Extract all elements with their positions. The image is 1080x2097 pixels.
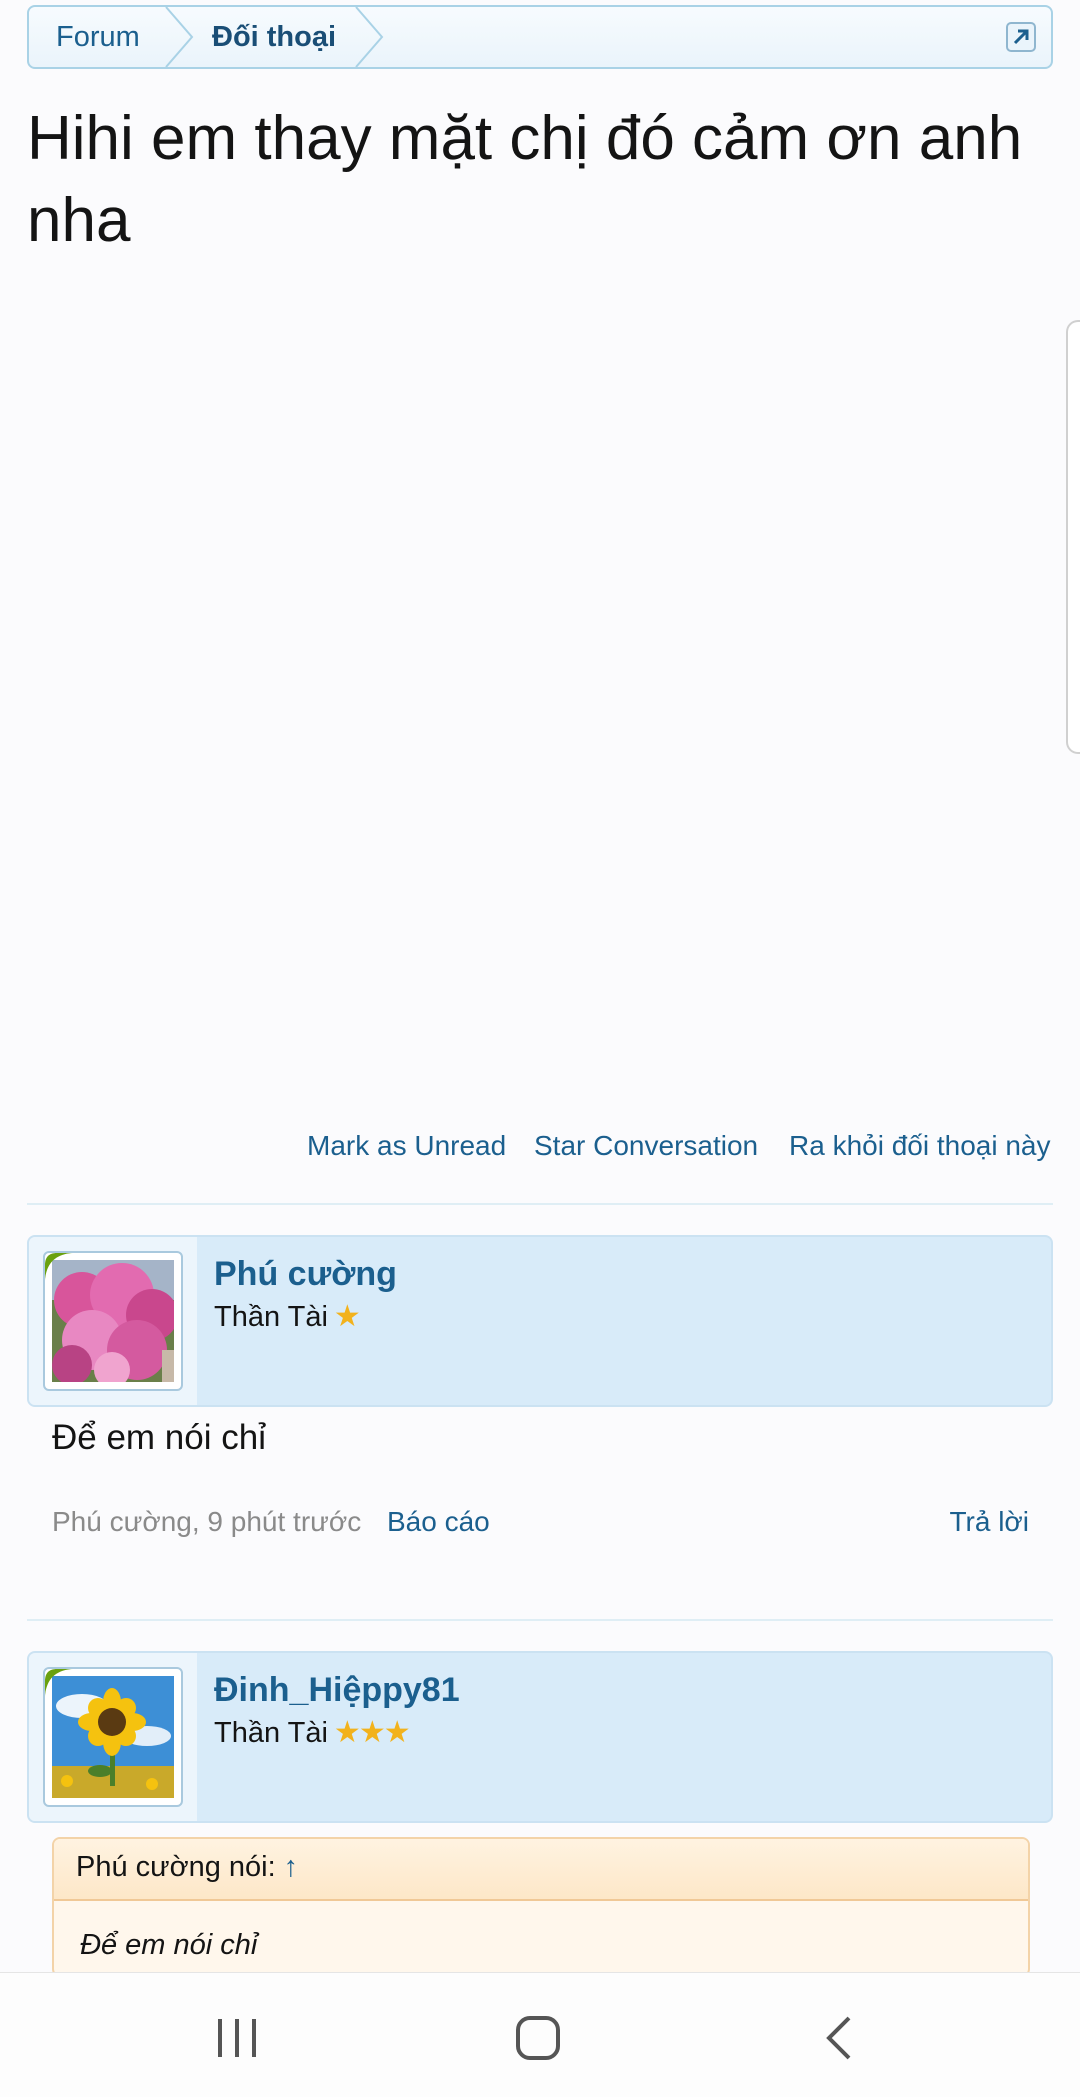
back-icon[interactable]	[805, 2003, 875, 2073]
divider	[27, 1619, 1053, 1621]
message-meta: Phú cường, 9 phút trước	[52, 1506, 362, 1537]
user-title: Thần Tài ★	[214, 1300, 361, 1333]
message-header: Phú cường Thần Tài ★	[27, 1235, 1053, 1407]
system-navigation-bar	[0, 1972, 1080, 2097]
side-panel-handle[interactable]	[1066, 320, 1080, 754]
recent-apps-icon[interactable]	[202, 2003, 272, 2073]
username-link[interactable]: Phú cường	[214, 1255, 397, 1294]
online-indicator-icon	[45, 1253, 73, 1281]
username-link[interactable]: Đinh_Hiệppy81	[214, 1671, 460, 1710]
jump-to-icon[interactable]	[1005, 21, 1037, 53]
breadcrumb: Forum Đối thoại	[27, 5, 1053, 69]
online-indicator-icon	[45, 1669, 73, 1697]
breadcrumb-separator-icon	[355, 7, 384, 67]
quote-block: Phú cường nói: ↑ Để em nói chỉ	[52, 1837, 1030, 1977]
home-icon[interactable]	[503, 2003, 573, 2073]
rank-star-icon: ★	[333, 1300, 361, 1333]
mark-unread-link[interactable]: Mark as Unread	[307, 1130, 506, 1162]
message-header: Đinh_Hiệppy81 Thần Tài ★★★	[27, 1651, 1053, 1823]
page-title: Hihi em thay mặt chị đó cảm ơn anh nha	[27, 104, 1023, 255]
leave-conversation-link[interactable]: Ra khỏi đối thoại này	[789, 1130, 1051, 1162]
message-body: Để em nói chỉ	[52, 1418, 266, 1457]
quote-header: Phú cường nói: ↑	[54, 1839, 1028, 1901]
breadcrumb-conversations[interactable]: Đối thoại	[212, 7, 336, 67]
quote-author: Phú cường nói:	[76, 1851, 276, 1883]
rank-star-icon: ★★★	[333, 1716, 411, 1749]
avatar[interactable]	[43, 1667, 183, 1807]
reply-link[interactable]: Trả lời	[949, 1506, 1029, 1538]
go-to-quote-arrow-icon[interactable]: ↑	[284, 1851, 299, 1883]
quote-text: Để em nói chỉ	[80, 1929, 258, 1961]
breadcrumb-forum[interactable]: Forum	[56, 7, 140, 67]
divider	[27, 1203, 1053, 1205]
user-title: Thần Tài ★★★	[214, 1716, 411, 1749]
report-link[interactable]: Báo cáo	[387, 1506, 490, 1538]
star-conversation-link[interactable]: Star Conversation	[534, 1130, 758, 1162]
breadcrumb-separator-icon	[165, 7, 194, 67]
avatar[interactable]	[43, 1251, 183, 1391]
